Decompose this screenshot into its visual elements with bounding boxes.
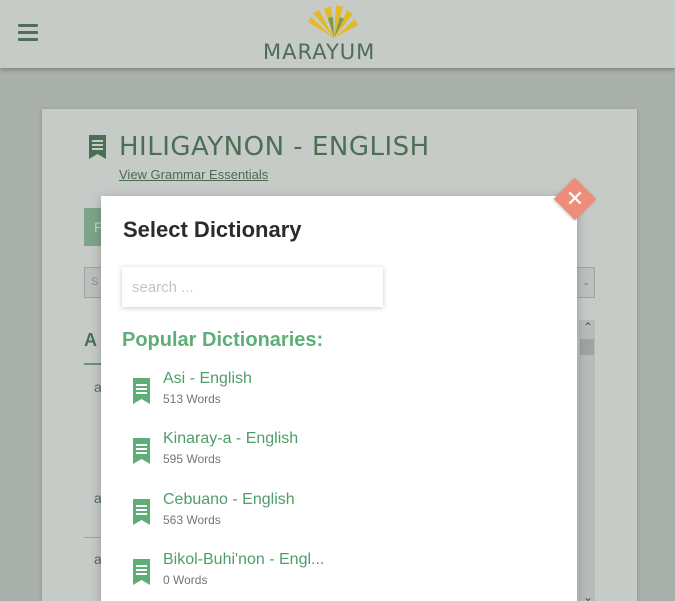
book-icon bbox=[89, 135, 106, 159]
letter-heading: A bbox=[84, 330, 97, 350]
top-header: MARAYUM bbox=[0, 0, 675, 68]
scrollbar[interactable] bbox=[579, 320, 595, 601]
view-grammar-link[interactable]: View Grammar Essentials bbox=[119, 167, 268, 182]
dictionary-word-count: 0 Words bbox=[163, 573, 208, 587]
dictionary-name: Asi - English bbox=[163, 370, 252, 387]
dictionary-item-cebuano[interactable]: Cebuano - English 563 Words bbox=[133, 491, 433, 535]
scrollbar-thumb[interactable] bbox=[580, 339, 594, 355]
dictionary-name: Bikol-Buhi'non - Engl... bbox=[163, 551, 325, 568]
chevron-down-icon: ⌄ bbox=[582, 277, 590, 287]
card-select-label: S bbox=[91, 276, 99, 288]
dictionary-name: Cebuano - English bbox=[163, 491, 295, 508]
dictionary-word-count: 513 Words bbox=[163, 392, 221, 406]
search-input[interactable] bbox=[122, 267, 383, 307]
hamburger-menu-icon[interactable] bbox=[18, 24, 38, 42]
dictionary-item-asi[interactable]: Asi - English 513 Words bbox=[133, 370, 433, 414]
logo-sun-icon bbox=[308, 5, 358, 38]
dictionary-item-bikol-buhinon[interactable]: Bikol-Buhi'non - Engl... 0 Words bbox=[133, 551, 433, 595]
dictionary-name: Kinaray-a - English bbox=[163, 430, 299, 447]
dictionary-word-count: 563 Words bbox=[163, 513, 221, 527]
logo-text: MARAYUM bbox=[263, 40, 376, 64]
modal-title: Select Dictionary bbox=[123, 217, 302, 242]
book-icon bbox=[133, 499, 150, 525]
marayum-logo[interactable]: MARAYUM bbox=[262, 4, 387, 64]
book-icon bbox=[133, 378, 150, 404]
dictionary-item-kinaray-a[interactable]: Kinaray-a - English 595 Words bbox=[133, 430, 433, 474]
book-icon bbox=[133, 559, 150, 585]
popular-heading: Popular Dictionaries: bbox=[122, 329, 324, 351]
scroll-down-icon[interactable]: ⌄ bbox=[583, 590, 593, 601]
close-icon[interactable]: ✕ bbox=[560, 184, 590, 214]
dictionary-word-count: 595 Words bbox=[163, 452, 221, 466]
page-title: HILIGAYNON - ENGLISH bbox=[119, 132, 430, 162]
book-icon bbox=[133, 438, 150, 464]
select-dictionary-modal: Select Dictionary Popular Dictionaries: … bbox=[101, 196, 577, 601]
scroll-up-icon[interactable]: ⌃ bbox=[583, 320, 593, 334]
